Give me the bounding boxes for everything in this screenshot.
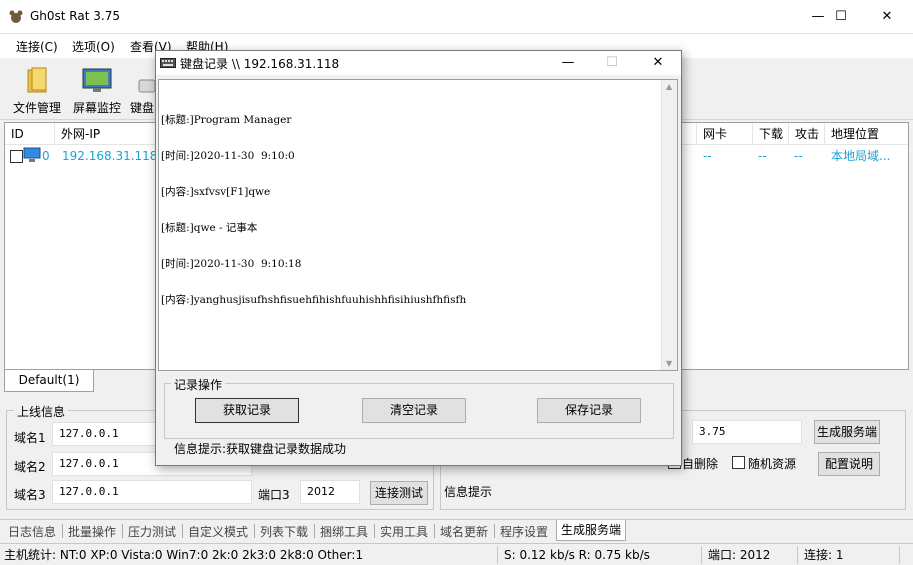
col-location[interactable]: 地理位置 [825,123,908,145]
get-record-button[interactable]: 获取记录 [195,398,299,423]
log-line: [内容:]sxfvsv[F1]qwe [161,186,271,198]
tab-utilities[interactable]: 实用工具 [380,523,428,540]
host-stats: 主机统计: NT:0 XP:0 Vista:0 Win7:0 2k:0 2k3:… [0,546,498,564]
col-attack[interactable]: 攻击 [789,123,825,145]
menu-connect[interactable]: 连接(C) [16,38,58,55]
generate-server-button[interactable]: 生成服务端 [814,420,880,444]
tab-default[interactable]: Default(1) [4,370,94,392]
tab-custom[interactable]: 自定义模式 [188,523,248,540]
version-input[interactable]: 3.75 [692,420,802,444]
tab-bind-tool[interactable]: 捆绑工具 [320,523,368,540]
bottom-tabs: 日志信息 批量操作 压力测试 自定义模式 列表下载 捆绑工具 实用工具 域名更新… [0,519,913,541]
tab-log[interactable]: 日志信息 [8,523,56,540]
folder-icon [27,67,47,93]
keylogger-dialog: 键盘记录 \\ 192.168.31.118 — ☐ ✕ [标题:]Progra… [155,50,682,466]
config-help-button[interactable]: 配置说明 [818,452,880,476]
tool-label: 键盘 [130,101,155,115]
tab-separator [122,524,123,538]
tab-separator [254,524,255,538]
online-info-title: 上线信息 [14,403,69,420]
log-line: [标题:]qwe - 记事本 [161,222,258,234]
row-ip: 192.168.31.118 [62,149,158,163]
monitor-icon [82,68,112,92]
domain3-input[interactable]: 127.0.0.1 [52,480,252,504]
tab-separator [434,524,435,538]
port3-input[interactable]: 2012 [300,480,360,504]
main-titlebar: Gh0st Rat 3.75 — ☐ ✕ [0,0,913,34]
log-line: [内容:]yanghusjisufhshfisuehfihishfuuhishh… [161,294,467,306]
dialog-close-button[interactable]: ✕ [636,51,680,75]
dialog-title: 键盘记录 \\ 192.168.31.118 [180,57,340,71]
keyboard-icon [160,58,176,68]
scroll-down-icon[interactable]: ▼ [666,359,672,368]
connection-count: 连接: 1 [800,546,900,564]
row-checkbox[interactable] [10,150,23,163]
row-attack: -- [794,149,803,163]
col-ip[interactable]: 外网-IP [55,123,159,145]
file-manager-button[interactable]: 文件管理 [6,62,68,118]
scroll-up-icon[interactable]: ▲ [666,82,672,91]
col-id[interactable]: ID [5,123,55,145]
log-line: [时间:]2020-11-30 9:10:18 [161,258,302,270]
transfer-speed: S: 0.12 kb/s R: 0.75 kb/s [500,546,702,564]
dialog-titlebar: 键盘记录 \\ 192.168.31.118 — ☐ ✕ [156,51,681,75]
clear-record-button[interactable]: 清空记录 [362,398,466,423]
save-record-button[interactable]: 保存记录 [537,398,641,423]
row-location: 本地局域... [831,149,891,163]
connection-test-button[interactable]: 连接测试 [370,481,428,505]
tab-list-download[interactable]: 列表下载 [260,523,308,540]
col-download[interactable]: 下载 [753,123,789,145]
log-line: [标题:]Program Manager [161,114,292,126]
domain3-label: 域名3 [14,488,46,502]
tab-batch[interactable]: 批量操作 [68,523,116,540]
domain1-label: 域名1 [14,431,46,445]
computer-icon [23,147,41,162]
app-icon [9,10,23,23]
window-title: Gh0st Rat 3.75 [30,9,120,23]
self-delete-label: 自删除 [682,457,719,471]
tab-separator [182,524,183,538]
tab-separator [374,524,375,538]
vertical-scrollbar[interactable]: ▲ ▼ [661,80,677,370]
row-nic: -- [703,149,712,163]
close-button[interactable]: ✕ [864,0,910,34]
tab-separator [62,524,63,538]
tab-domain-update[interactable]: 域名更新 [440,523,488,540]
keylog-content: [标题:]Program Manager [时间:]2020-11-30 9:1… [161,90,466,330]
domain2-label: 域名2 [14,460,46,474]
row-id: 0 [42,149,50,163]
tab-generate-server[interactable]: 生成服务端 [556,520,627,541]
record-operations-title: 记录操作 [171,376,226,393]
tab-stress[interactable]: 压力测试 [128,523,176,540]
keyboard-icon [138,79,156,93]
dialog-minimize-button[interactable]: — [546,51,590,75]
tool-label: 屏幕监控 [72,101,121,115]
random-resource-label: 随机资源 [748,457,797,471]
statusbar: 主机统计: NT:0 XP:0 Vista:0 Win7:0 2k:0 2k3:… [0,543,913,565]
col-nic[interactable]: 网卡 [697,123,753,145]
random-resource-checkbox[interactable] [732,456,745,469]
keylog-textarea[interactable]: [标题:]Program Manager [时间:]2020-11-30 9:1… [158,79,678,371]
maximize-button[interactable]: ☐ [818,0,864,34]
log-line: [时间:]2020-11-30 9:10:0 [161,150,295,162]
info-hint-label: 信息提示 [444,485,493,499]
tab-separator [494,524,495,538]
tab-settings[interactable]: 程序设置 [500,523,548,540]
keyboard-button[interactable]: 键盘 [126,62,156,118]
tool-label: 文件管理 [12,101,61,115]
screen-monitor-button[interactable]: 屏幕监控 [66,62,128,118]
menu-options[interactable]: 选项(O) [72,38,115,55]
dialog-info-text: 信息提示:获取键盘记录数据成功 [174,442,347,456]
tab-separator [314,524,315,538]
port-status: 端口: 2012 [704,546,798,564]
dialog-maximize-button[interactable]: ☐ [590,51,634,75]
row-download: -- [758,149,767,163]
port3-label: 端口3 [258,488,290,502]
